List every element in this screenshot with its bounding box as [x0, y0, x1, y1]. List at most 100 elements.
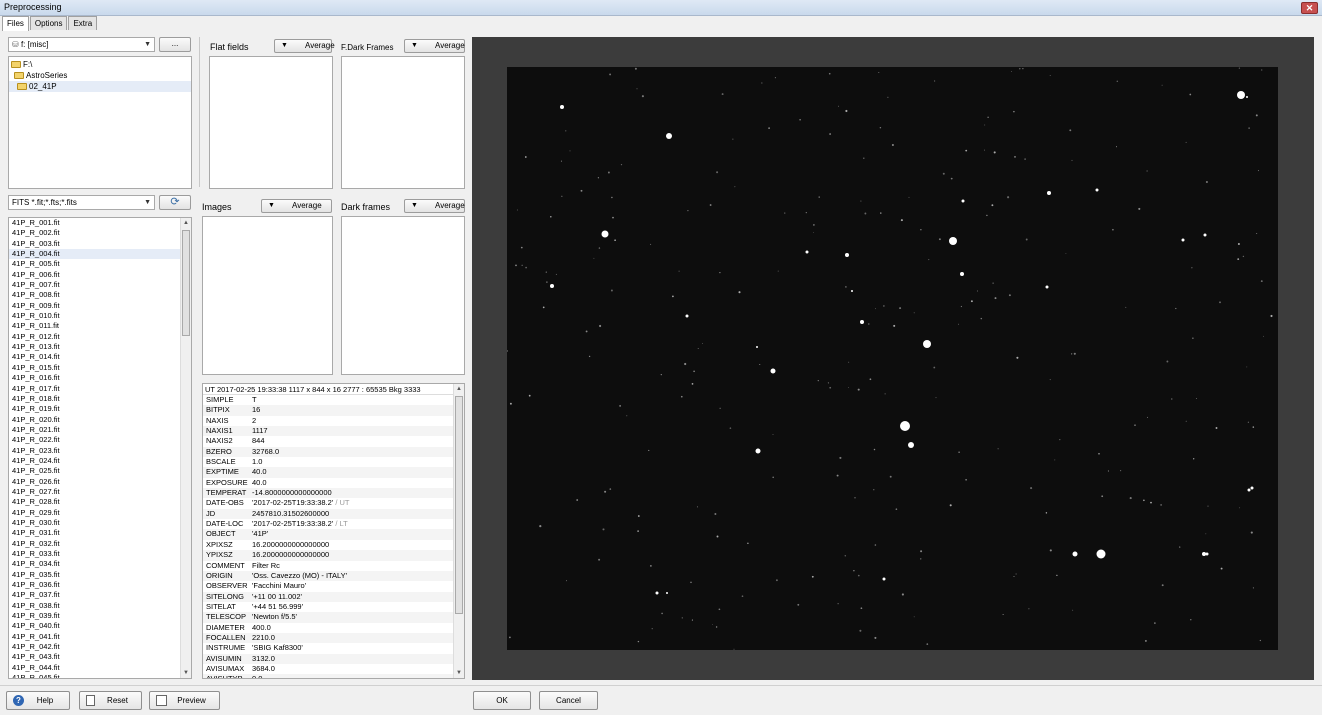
file-list-item[interactable]: 41P_R_024.fit	[9, 456, 191, 466]
file-list-item[interactable]: 41P_R_033.fit	[9, 549, 191, 559]
file-list-item[interactable]: 41P_R_004.fit	[9, 249, 191, 260]
file-list-item[interactable]: 41P_R_001.fit	[9, 218, 191, 228]
tab-extra[interactable]: Extra	[68, 16, 98, 30]
file-list-item[interactable]: 41P_R_025.fit	[9, 466, 191, 476]
ok-button[interactable]: OK	[473, 691, 531, 710]
fits-value: '+11 00 11.002'	[252, 592, 464, 602]
file-list-item[interactable]: 41P_R_038.fit	[9, 601, 191, 611]
file-list-item[interactable]: 41P_R_023.fit	[9, 446, 191, 456]
file-list-item[interactable]: 41P_R_043.fit	[9, 652, 191, 662]
tree-item[interactable]: F:\	[9, 59, 191, 70]
scroll-down-icon[interactable]: ▼	[454, 668, 464, 678]
file-list-item[interactable]: 41P_R_045.fit	[9, 673, 191, 678]
tab-options[interactable]: Options	[29, 16, 68, 30]
faint-star	[848, 361, 850, 363]
file-list-item[interactable]: 41P_R_030.fit	[9, 518, 191, 528]
tab-files[interactable]: Files	[2, 16, 29, 31]
file-list-item[interactable]: 41P_R_005.fit	[9, 259, 191, 269]
file-list-item[interactable]: 41P_R_036.fit	[9, 580, 191, 590]
file-list-item[interactable]: 41P_R_013.fit	[9, 342, 191, 352]
file-list-item[interactable]: 41P_R_034.fit	[9, 559, 191, 569]
file-list-item[interactable]: 41P_R_022.fit	[9, 435, 191, 445]
fits-key: YPIXSZ	[206, 550, 233, 560]
file-list-item[interactable]: 41P_R_021.fit	[9, 425, 191, 435]
file-list-item[interactable]: 41P_R_039.fit	[9, 611, 191, 621]
close-window-button[interactable]: ✕	[1301, 2, 1318, 14]
image-preview-pane[interactable]	[472, 37, 1314, 680]
header-scrollbar[interactable]: ▲ ▼	[453, 384, 464, 678]
file-list-item[interactable]: 41P_R_003.fit	[9, 239, 191, 249]
file-list-item[interactable]: 41P_R_016.fit	[9, 373, 191, 383]
star	[805, 250, 809, 254]
scroll-up-icon[interactable]: ▲	[454, 384, 464, 394]
file-list-item[interactable]: 41P_R_009.fit	[9, 301, 191, 311]
faint-star	[772, 434, 774, 436]
file-list-item[interactable]: 41P_R_041.fit	[9, 632, 191, 642]
file-list-item[interactable]: 41P_R_002.fit	[9, 228, 191, 238]
file-list-item[interactable]: 41P_R_035.fit	[9, 570, 191, 580]
file-list-item[interactable]: 41P_R_037.fit	[9, 590, 191, 600]
scroll-up-icon[interactable]: ▲	[181, 218, 191, 228]
images-list[interactable]	[202, 216, 333, 375]
preview-button[interactable]: Preview	[149, 691, 220, 710]
file-list-scrollbar[interactable]: ▲ ▼	[180, 218, 191, 678]
fits-value-text: 1.0	[252, 457, 263, 467]
file-list-item[interactable]: 41P_R_015.fit	[9, 363, 191, 373]
scrollbar-thumb[interactable]	[182, 230, 190, 336]
faint-star	[884, 393, 886, 395]
faint-star	[784, 212, 786, 214]
reset-button[interactable]: Reset	[79, 691, 142, 710]
file-list-item[interactable]: 41P_R_031.fit	[9, 528, 191, 538]
file-list-item[interactable]: 41P_R_010.fit	[9, 311, 191, 321]
file-list-item[interactable]: 41P_R_008.fit	[9, 290, 191, 300]
faint-star	[1237, 258, 1240, 260]
dark-method-select[interactable]: ▼ Average	[404, 199, 465, 213]
tree-item-selected[interactable]: 02_41P	[9, 81, 191, 92]
fits-value-text: 2	[252, 415, 257, 425]
faint-star	[900, 219, 903, 222]
images-method-select[interactable]: ▼ Average	[261, 199, 332, 213]
help-button[interactable]: ? Help	[6, 691, 70, 710]
fits-value-text: Filter Rc	[252, 560, 280, 570]
drive-select[interactable]: ⛁ f: [misc] ▼	[8, 37, 155, 52]
browse-button[interactable]: ...	[159, 37, 191, 52]
cancel-button[interactable]: Cancel	[539, 691, 598, 710]
faint-star	[813, 232, 814, 233]
faint-star	[714, 513, 717, 515]
file-list-item[interactable]: 41P_R_042.fit	[9, 642, 191, 652]
flat-fields-method-select[interactable]: ▼ Average	[274, 39, 335, 53]
file-list-item[interactable]: 41P_R_018.fit	[9, 394, 191, 404]
file-list-item[interactable]: 41P_R_020.fit	[9, 415, 191, 425]
refresh-button[interactable]: ⟳	[159, 195, 191, 210]
file-list-item[interactable]: 41P_R_026.fit	[9, 477, 191, 487]
star	[851, 290, 853, 292]
file-list-item[interactable]: 41P_R_044.fit	[9, 663, 191, 673]
file-list-item[interactable]: 41P_R_011.fit	[9, 321, 191, 331]
fdark-method-select[interactable]: ▼ Average	[404, 39, 465, 53]
dark-frames-list[interactable]	[341, 216, 465, 375]
fits-value-text: 16	[252, 405, 261, 415]
fdark-frames-list[interactable]	[341, 56, 465, 189]
file-list-item[interactable]: 41P_R_019.fit	[9, 404, 191, 414]
file-list-item[interactable]: 41P_R_029.fit	[9, 508, 191, 518]
faint-star	[1189, 93, 1192, 96]
scroll-down-icon[interactable]: ▼	[181, 668, 191, 678]
file-list-item[interactable]: 41P_R_027.fit	[9, 487, 191, 497]
fits-value: Filter Rc	[252, 561, 464, 571]
scrollbar-thumb[interactable]	[455, 396, 463, 614]
file-list-item[interactable]: 41P_R_006.fit	[9, 270, 191, 280]
file-list-item[interactable]: 41P_R_028.fit	[9, 497, 191, 507]
faint-star	[993, 151, 996, 154]
file-list-item[interactable]: 41P_R_012.fit	[9, 332, 191, 342]
faint-star	[733, 648, 735, 650]
faint-star	[614, 239, 616, 242]
tree-item[interactable]: AstroSeries	[9, 70, 191, 81]
flat-fields-list[interactable]	[209, 56, 333, 189]
file-list-item[interactable]: 41P_R_017.fit	[9, 384, 191, 394]
file-filter-select[interactable]: FITS *.fit;*.fts;*.fits ▼	[8, 195, 155, 210]
file-list-item[interactable]: 41P_R_007.fit	[9, 280, 191, 290]
file-list-item[interactable]: 41P_R_032.fit	[9, 539, 191, 549]
file-list-item[interactable]: 41P_R_040.fit	[9, 621, 191, 631]
faint-star	[942, 172, 945, 175]
file-list-item[interactable]: 41P_R_014.fit	[9, 352, 191, 362]
